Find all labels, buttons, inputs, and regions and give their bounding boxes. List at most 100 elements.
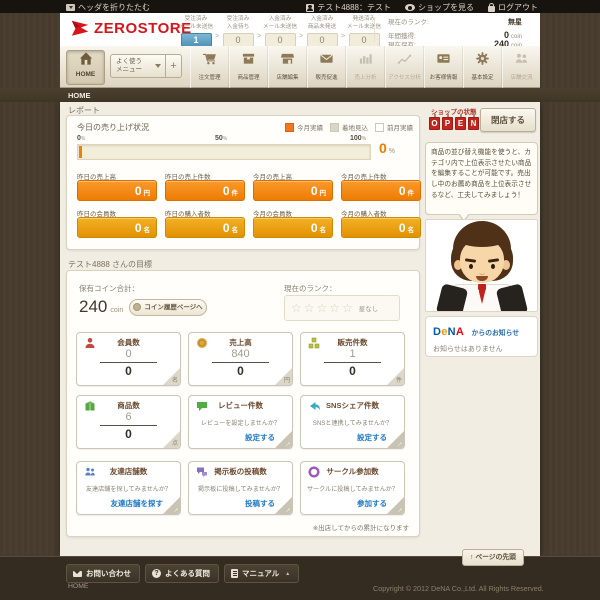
flow-count-awaiting-payment[interactable]: 0 (223, 33, 254, 47)
people-icon (514, 51, 529, 66)
chevron-down-icon (155, 64, 161, 68)
today-sales-title: 今日の売り上げ状況 (77, 122, 149, 133)
logout-label: ログアウト (498, 2, 538, 13)
goal-panel: 保有コイン合計： 240coin コイン履歴ページへ 現在のランク： ☆☆☆☆☆… (66, 270, 420, 537)
add-quick-menu-button[interactable]: + (165, 54, 182, 78)
coin-history-button[interactable]: コイン履歴ページへ (129, 299, 207, 316)
close-shop-button[interactable]: 閉店する (480, 108, 536, 132)
tab-product-management[interactable]: 商品管理 (229, 46, 268, 88)
flow-step: 受注済み入金待ち 0 (220, 16, 256, 47)
view-shop-link[interactable]: ショップを見る (405, 2, 474, 13)
shopkeeper-avatar (425, 219, 538, 312)
goal-note: ※出店してからの累計になります (313, 522, 409, 532)
logged-in-user[interactable]: テスト4888：テスト (306, 2, 391, 13)
mail-icon (73, 571, 82, 577)
page-top-button[interactable]: ↑ ページの先頭 (462, 549, 524, 566)
tab-home[interactable]: HOME (66, 50, 105, 85)
flow-step: 発送済みメール未送信 0 (346, 16, 382, 47)
tab-access-analysis[interactable]: アクセス分析 (385, 46, 424, 88)
circle-join-link[interactable]: 参加する (357, 498, 387, 509)
order-status-flow: 受注済みメール未送信 1 > 受注済み入金待ち 0 > 入金済みメール未送信 0… (178, 16, 382, 47)
dena-news-body: お知らせはありません (433, 344, 530, 354)
legend: 今月実績 着地見込 前月実績 (285, 122, 413, 132)
stat-yesterday-buyers: 0名 (165, 217, 245, 238)
goal-section-heading: テスト4888 さんの目標 (68, 259, 152, 270)
avatar-tie (478, 284, 486, 290)
breadcrumb-bar: HOME (0, 88, 600, 102)
collapse-header-button[interactable]: ヘッダを折りたたむ (66, 2, 150, 13)
logout-link[interactable]: ログアウト (488, 2, 538, 13)
review-setup-link[interactable]: 設定する (245, 432, 275, 443)
flow-count-unshipped[interactable]: 0 (307, 33, 338, 47)
coin-icon (133, 303, 141, 311)
card-sns-share: SNSシェア件数 SNSと連携してみませんか？ 設定する → (300, 395, 405, 449)
stat-yesterday-sales: 0円 (77, 180, 157, 201)
collapse-icon (66, 4, 75, 11)
stat-month-buyers: 0名 (341, 217, 421, 238)
bar-chart-icon (358, 51, 373, 66)
scale-0: 0% (77, 135, 85, 142)
rank-summary: 現在のランク: 無星 年間獲得: 0coin 現在保有: 240coin (388, 16, 522, 43)
tab-customer-info[interactable]: お客様情報 (424, 46, 463, 88)
lock-icon (488, 6, 495, 12)
tab-sales-promotion[interactable]: 販売促進 (307, 46, 346, 88)
contact-button[interactable]: お問い合わせ (66, 564, 140, 583)
card-circle-join: サークル参加数 サークルに投稿してみませんか？ 参加する → (300, 461, 405, 515)
rank-label: 現在のランク: (388, 16, 429, 26)
dena-news-label: からのお知らせ (472, 330, 519, 337)
card-members: 会員数 0 0 名 (76, 332, 181, 386)
stat-month-orders: 0件 (341, 180, 421, 201)
zerostore-logo[interactable]: ZEROSTORE (70, 18, 192, 38)
manual-button[interactable]: マニュアル ▲ (224, 564, 299, 583)
question-icon: ? (152, 569, 161, 578)
scale-100: 100% (350, 135, 366, 142)
logo-text: ZEROSTORE (94, 20, 192, 37)
tab-basic-settings[interactable]: 基本設定 (463, 46, 502, 88)
card-reviews: レビュー件数 レビューを設定しませんか？ 設定する → (188, 395, 293, 449)
document-icon (231, 569, 238, 578)
flow-count-paid-unmailed[interactable]: 0 (265, 33, 296, 47)
dena-news-box: DeNA からのお知らせ お知らせはありません (425, 316, 538, 357)
open-sign: O P E N (429, 117, 479, 130)
chevron-up-icon: ▲ (285, 571, 290, 577)
legend-swatch-current-month (285, 123, 294, 132)
tab-sales-analysis[interactable]: 売上分析 (346, 46, 385, 88)
divider (374, 17, 375, 42)
card-sales-count: 販売件数 1 0 件 (300, 332, 405, 386)
report-panel: 今日の売り上げ状況 今月実績 着地見込 前月実績 0% 50% 100% 0% … (66, 115, 420, 250)
coin-total-label: 保有コイン合計： (79, 283, 139, 294)
user-icon (306, 4, 314, 12)
sns-setup-link[interactable]: 設定する (357, 432, 387, 443)
coin-total-value: 240coin (79, 297, 123, 317)
gear-icon (475, 51, 490, 66)
flow-step: 入金済み商品未発送 0 (304, 16, 340, 47)
content-area: レポート 今日の売り上げ状況 今月実績 着地見込 前月実績 0% 50% 100… (60, 102, 540, 556)
faq-button[interactable]: ? よくある質問 (145, 564, 219, 583)
cart-icon (202, 51, 217, 66)
mail-icon (319, 51, 334, 66)
box-icon (241, 51, 256, 66)
card-products: 商品数 6 0 点 (76, 395, 181, 449)
stat-month-sales: 0円 (253, 180, 333, 201)
footer-breadcrumb: HOME (68, 583, 88, 590)
eye-icon (405, 4, 415, 11)
breadcrumb: HOME (68, 91, 91, 100)
stat-yesterday-members: 0名 (77, 217, 157, 238)
sales-progress-bar (77, 144, 371, 160)
flow-step: 受注済みメール未送信 1 (178, 16, 214, 47)
rank-stars-box: ☆☆☆☆☆ 星なし (284, 295, 400, 321)
find-friend-shop-link[interactable]: 友達店舗を探す (111, 498, 164, 509)
tab-order-management[interactable]: 注文管理 (190, 46, 229, 88)
tab-store-exchange[interactable]: 店舗交流 (502, 46, 541, 88)
flag-icon (70, 18, 90, 38)
header: ZEROSTORE 受注済みメール未送信 1 > 受注済み入金待ち 0 > 入金… (60, 13, 540, 46)
tab-store-edit[interactable]: 店舗編集 (268, 46, 307, 88)
quick-menu-dropdown[interactable]: よく使うメニュー (110, 54, 166, 78)
line-chart-icon (397, 51, 412, 66)
tip-speech-bubble: 商品の並び替え機能を使うと、カテゴリ内で上位表示させたい商品を編集することが可能… (425, 142, 538, 215)
current-rank-label: 現在のランク： (284, 283, 337, 294)
rank-none-label: 星なし (359, 303, 379, 313)
board-post-link[interactable]: 投稿する (245, 498, 275, 509)
flow-count-ordered-unmailed[interactable]: 1 (181, 33, 212, 47)
legend-swatch-forecast (330, 123, 339, 132)
